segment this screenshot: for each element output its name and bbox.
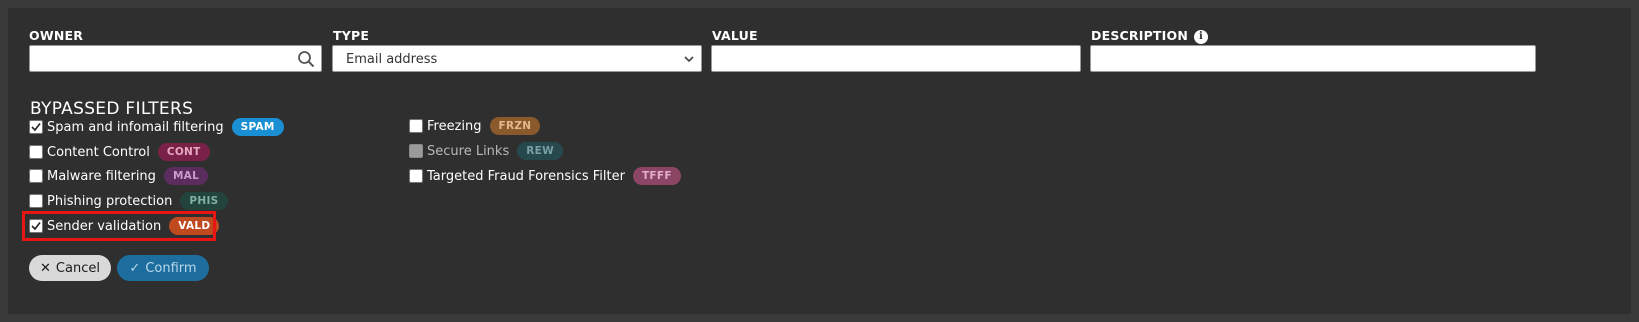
owner-label: OWNER — [29, 28, 84, 43]
search-icon[interactable] — [297, 50, 315, 68]
cancel-button[interactable]: ✕ Cancel — [29, 255, 111, 281]
type-select-value: Email address — [346, 52, 438, 67]
confirm-button[interactable]: ✓ Confirm — [117, 255, 209, 281]
checkbox-content-control[interactable] — [29, 145, 43, 159]
filter-label: Spam and infomail filtering — [47, 119, 224, 135]
filter-row-freezing[interactable]: Freezing FRZN — [409, 116, 541, 136]
type-select[interactable]: Email address — [332, 45, 702, 72]
type-label: TYPE — [333, 28, 370, 43]
filter-badge: TFFF — [632, 167, 681, 185]
checkbox-targeted-fraud[interactable] — [409, 169, 423, 183]
filter-badge: SPAM — [231, 118, 284, 136]
close-icon: ✕ — [40, 260, 51, 276]
checkbox-malware[interactable] — [29, 169, 43, 183]
filter-badge: FRZN — [489, 117, 541, 135]
filter-badge: REW — [517, 142, 563, 160]
filter-label: Content Control — [47, 144, 150, 160]
description-input[interactable] — [1090, 45, 1536, 72]
filter-label: Phishing protection — [47, 193, 173, 209]
bypassed-filters-title: BYPASSED FILTERS — [30, 99, 194, 119]
info-icon[interactable]: i — [1194, 30, 1208, 44]
filter-row-targeted-fraud[interactable]: Targeted Fraud Forensics Filter TFFF — [409, 166, 681, 186]
owner-search-input[interactable] — [29, 45, 322, 72]
checkbox-phishing[interactable] — [29, 194, 43, 208]
description-label: DESCRIPTION — [1091, 28, 1188, 43]
filter-label: Freezing — [427, 118, 482, 134]
sender-validation-highlight — [22, 211, 216, 241]
cancel-label: Cancel — [55, 260, 100, 276]
filter-label: Targeted Fraud Forensics Filter — [427, 168, 625, 184]
filter-row-malware[interactable]: Malware filtering MAL — [29, 166, 209, 186]
value-label: VALUE — [712, 28, 758, 43]
check-icon: ✓ — [129, 260, 141, 276]
filter-badge: CONT — [157, 143, 210, 161]
filter-row-spam[interactable]: Spam and infomail filtering SPAM — [29, 117, 284, 137]
filter-row-phishing[interactable]: Phishing protection PHIS — [29, 191, 228, 211]
checkbox-spam[interactable] — [29, 120, 43, 134]
filter-badge: PHIS — [180, 192, 228, 210]
filter-badge: MAL — [163, 167, 209, 185]
checkbox-freezing[interactable] — [409, 119, 423, 133]
description-label-wrap: DESCRIPTION i — [1091, 28, 1208, 44]
filter-row-secure-links: Secure Links REW — [409, 141, 563, 161]
filter-label: Secure Links — [427, 143, 510, 159]
chevron-down-icon — [684, 56, 694, 63]
value-input[interactable] — [711, 45, 1081, 72]
confirm-label: Confirm — [145, 260, 197, 276]
filter-row-content-control[interactable]: Content Control CONT — [29, 142, 210, 162]
filter-label: Malware filtering — [47, 168, 156, 184]
checkbox-secure-links — [409, 144, 423, 158]
check-icon — [31, 123, 41, 132]
